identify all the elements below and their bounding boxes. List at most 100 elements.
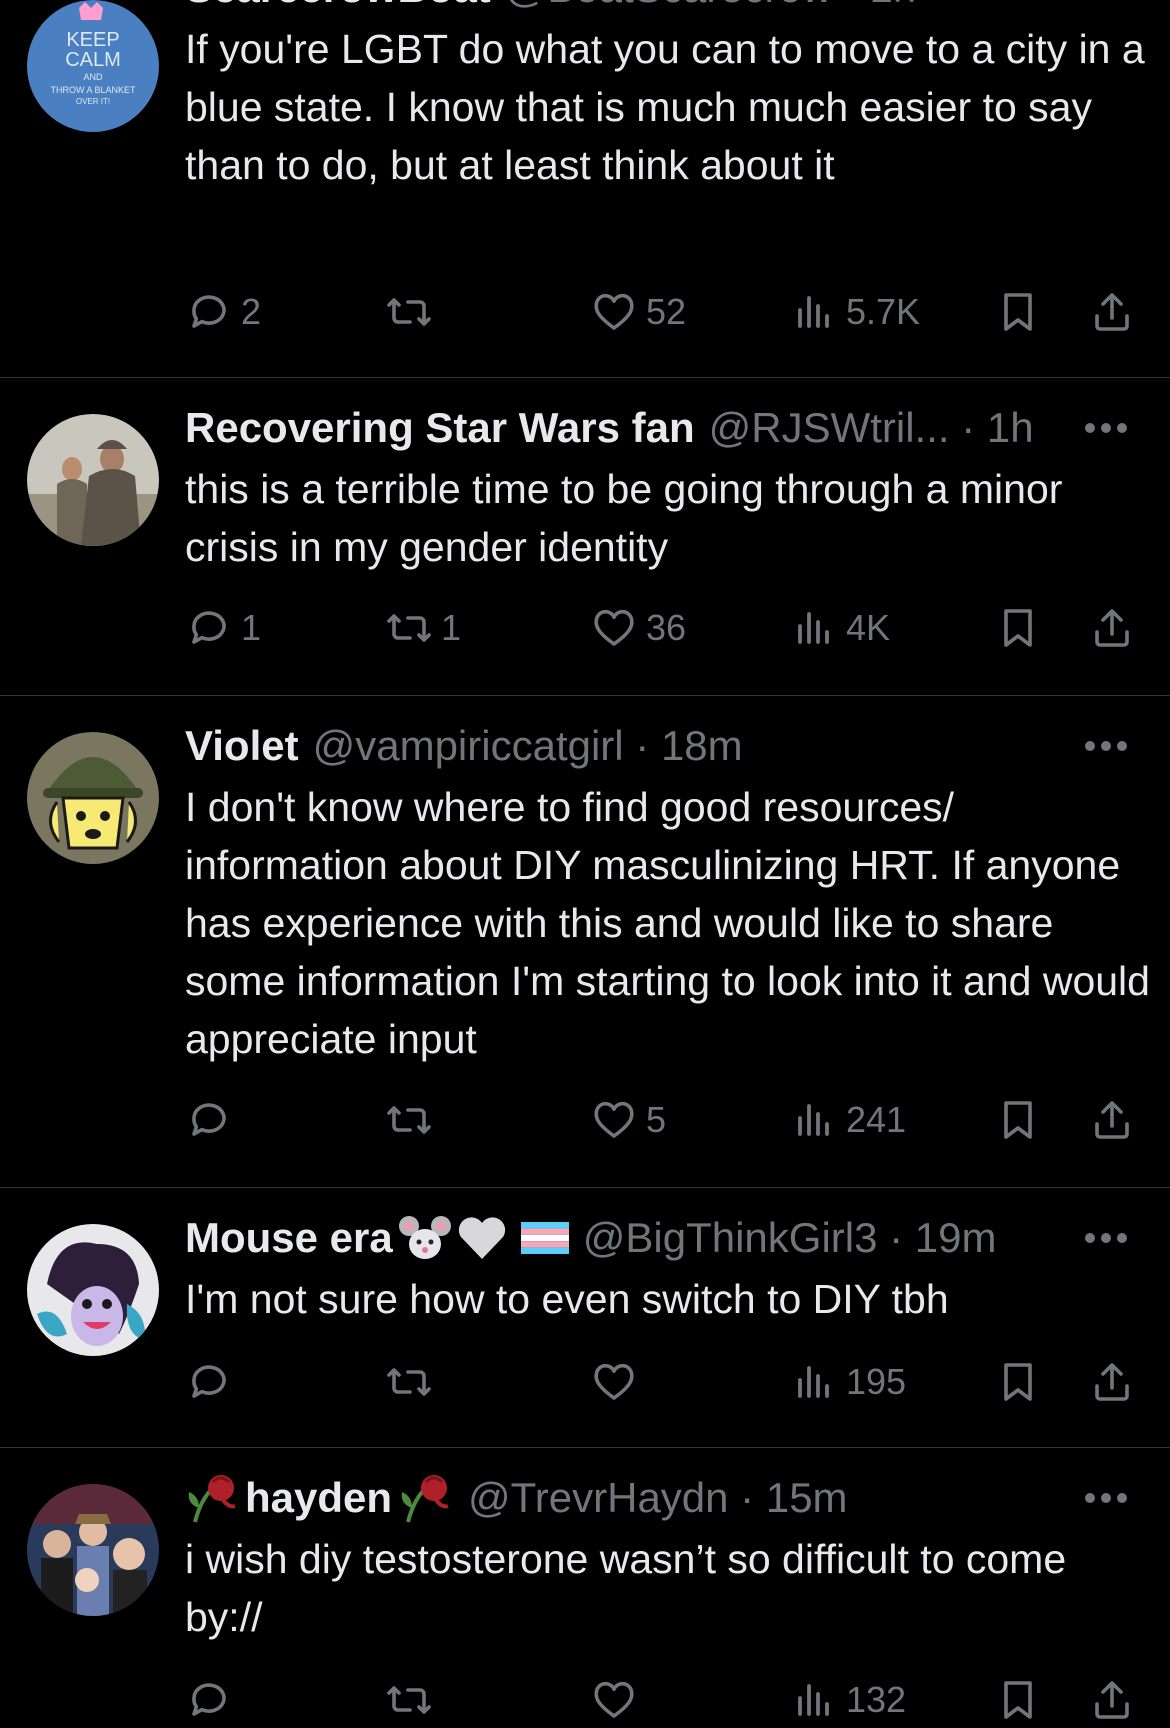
cartoon-creature-avatar-icon (27, 1224, 159, 1356)
tweet-actions: 132 (0, 1670, 1170, 1728)
svg-text:CALM: CALM (65, 49, 121, 71)
reply-icon (192, 1365, 226, 1398)
views-button[interactable]: 4K (790, 598, 890, 658)
share-button[interactable] (1088, 1352, 1136, 1412)
retweet-button[interactable] (385, 282, 441, 342)
svg-text:AND: AND (83, 72, 103, 82)
handle-and-time[interactable]: @RJSWtril... · 1h (709, 400, 1034, 456)
like-button[interactable] (590, 1352, 646, 1412)
more-options-icon[interactable] (1076, 1210, 1136, 1266)
views-count: 4K (846, 607, 891, 648)
share-button[interactable] (1088, 1090, 1136, 1150)
views-chart-icon (798, 1366, 829, 1398)
tweet-card[interactable]: Recovering Star Wars fan @RJSWtril... · … (0, 378, 1170, 696)
like-heart-icon (594, 1363, 634, 1400)
retweet-button[interactable] (385, 1352, 441, 1412)
tweet-text: I'm not sure how to even switch to DIY t… (185, 1276, 949, 1322)
bookmark-icon (1004, 293, 1032, 331)
handle-and-time[interactable]: @vampiriccatgirl · 18m (313, 718, 743, 774)
reply-button[interactable] (185, 1090, 241, 1150)
white-heart-emoji-icon (457, 1215, 507, 1261)
bookmark-icon (1004, 1363, 1032, 1401)
retweet-icon (387, 1106, 431, 1134)
display-name[interactable]: Mouse era (185, 1210, 393, 1266)
share-button[interactable] (1088, 1670, 1136, 1728)
handle-and-time[interactable]: @TrevrHaydn · 15m (468, 1470, 848, 1526)
display-name[interactable]: Violet (185, 718, 299, 774)
like-heart-icon (594, 293, 634, 330)
tweet-header: ScarecrowBoat @BoatScarecrow · 1h (185, 0, 1150, 16)
avatar[interactable]: KEEP CALM AND THROW A BLANKET OVER IT! (27, 0, 159, 132)
share-button[interactable] (1088, 282, 1136, 342)
share-upload-icon (1095, 609, 1129, 647)
bookmark-button[interactable] (994, 1352, 1042, 1412)
tweet-card[interactable]: Violet @vampiriccatgirl · 18m I don't kn… (0, 696, 1170, 1188)
wilted-rose-emoji-icon (398, 1472, 454, 1524)
tweet-card[interactable]: Mouse era @BigThinkGirl3 · 19m I'm not s… (0, 1188, 1170, 1448)
handle-and-time[interactable]: @BoatScarecrow · 1h (505, 0, 916, 16)
reply-count: 2 (241, 291, 262, 332)
svg-text:THROW A BLANKET: THROW A BLANKET (50, 85, 136, 95)
like-count: 5 (646, 1099, 667, 1140)
retweet-count: 1 (441, 607, 462, 648)
more-options-icon[interactable] (1076, 400, 1136, 456)
reply-icon (192, 1683, 226, 1716)
views-button[interactable]: 132 (790, 1670, 906, 1728)
views-chart-icon (798, 296, 829, 328)
display-name[interactable]: Recovering Star Wars fan (185, 400, 695, 456)
views-button[interactable]: 241 (790, 1090, 906, 1150)
reply-icon (192, 611, 226, 644)
tweet-actions: 2 52 5.7K (0, 282, 1170, 342)
avatar[interactable] (27, 1484, 159, 1616)
share-upload-icon (1095, 1681, 1129, 1719)
views-button[interactable]: 195 (790, 1352, 906, 1412)
bookmark-icon (1004, 1101, 1032, 1139)
bookmark-button[interactable] (994, 1670, 1042, 1728)
bookmark-button[interactable] (994, 282, 1042, 342)
tweet-header: Mouse era @BigThinkGirl3 · 19m (185, 1210, 1150, 1266)
tweet-text: this is a terrible time to be going thro… (185, 466, 1063, 570)
display-name[interactable]: ScarecrowBoat (185, 0, 491, 16)
views-chart-icon (798, 1684, 829, 1716)
more-options-icon[interactable] (1076, 0, 1136, 16)
avatar[interactable] (27, 1224, 159, 1356)
views-button[interactable]: 5.7K (790, 282, 920, 342)
avatar[interactable] (27, 732, 159, 864)
share-button[interactable] (1088, 598, 1136, 658)
like-button[interactable]: 5 (590, 1090, 666, 1150)
tweet-text: i wish diy testosterone wasn’t so diffic… (185, 1536, 1067, 1640)
svg-text:OVER IT!: OVER IT! (76, 97, 110, 106)
reply-button[interactable]: 2 (185, 282, 261, 342)
tweet-actions: 5 241 (0, 1090, 1170, 1150)
keep-calm-avatar-icon: KEEP CALM AND THROW A BLANKET OVER IT! (27, 0, 159, 132)
like-button[interactable]: 36 (590, 598, 686, 658)
more-options-icon[interactable] (1076, 1470, 1136, 1526)
handle-and-time[interactable]: @BigThinkGirl3 · 19m (583, 1210, 997, 1266)
reply-button[interactable] (185, 1352, 241, 1412)
group-photo-avatar-icon (27, 1484, 159, 1616)
tweet-actions: 1 1 36 4K (0, 598, 1170, 658)
views-chart-icon (798, 612, 829, 644)
tweet-card[interactable]: KEEP CALM AND THROW A BLANKET OVER IT! S… (0, 0, 1170, 378)
reply-button[interactable]: 1 (185, 598, 261, 658)
like-heart-icon (594, 1681, 634, 1718)
avatar[interactable] (27, 414, 159, 546)
views-chart-icon (798, 1104, 829, 1136)
bookmark-button[interactable] (994, 598, 1042, 658)
more-options-icon[interactable] (1076, 718, 1136, 774)
like-button[interactable] (590, 1670, 646, 1728)
like-button[interactable]: 52 (590, 282, 686, 342)
tweet-header: Violet @vampiriccatgirl · 18m (185, 718, 1150, 774)
retweet-button[interactable]: 1 (385, 598, 461, 658)
mouse-emoji-icon (398, 1214, 451, 1262)
retweet-button[interactable] (385, 1670, 441, 1728)
retweet-button[interactable] (385, 1090, 441, 1150)
reply-button[interactable] (185, 1670, 241, 1728)
display-name[interactable]: hayden (245, 1470, 392, 1526)
like-heart-icon (594, 609, 634, 646)
tweet-card[interactable]: hayden @TrevrHaydn · 15m i wish diy test… (0, 1448, 1170, 1728)
views-count: 241 (846, 1099, 907, 1140)
tweet-actions: 195 (0, 1352, 1170, 1412)
views-count: 132 (846, 1679, 907, 1720)
bookmark-button[interactable] (994, 1090, 1042, 1150)
